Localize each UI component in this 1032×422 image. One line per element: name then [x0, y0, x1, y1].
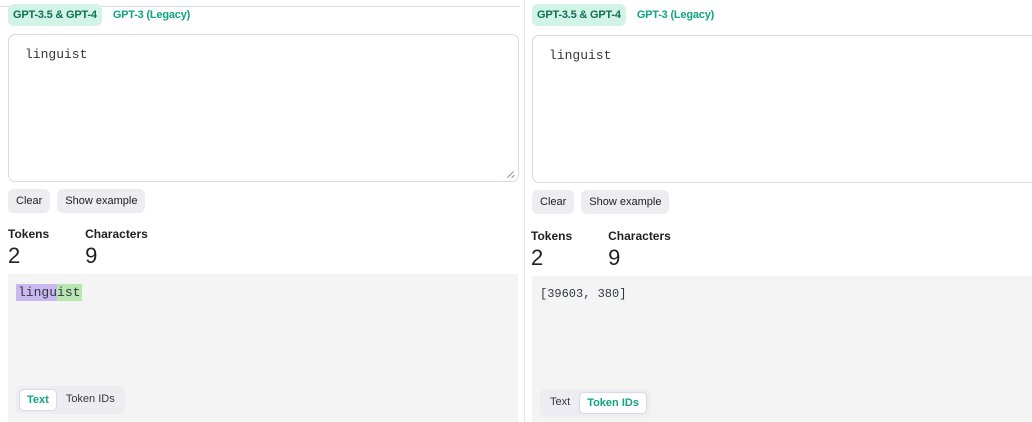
characters-label: Characters [85, 227, 148, 241]
text-input[interactable]: linguist [532, 35, 1032, 183]
toggle-token-ids[interactable]: Token IDs [59, 389, 122, 411]
characters-stat: Characters 9 [85, 227, 148, 269]
token-chip: ist [57, 284, 83, 301]
input-value: linguist [549, 48, 612, 63]
characters-label: Characters [608, 229, 671, 243]
show-example-button[interactable]: Show example [57, 189, 146, 213]
tab-gpt-35-gpt-4[interactable]: GPT-3.5 & GPT-4 [8, 4, 102, 26]
panel-divider [524, 0, 525, 422]
stats: Tokens 2 Characters 9 [8, 227, 148, 269]
action-buttons: Clear Show example [532, 190, 670, 214]
clear-button[interactable]: Clear [8, 189, 51, 213]
tokens-stat: Tokens 2 [8, 227, 49, 269]
action-buttons: Clear Show example [8, 189, 146, 213]
tab-gpt-35-gpt-4[interactable]: GPT-3.5 & GPT-4 [532, 4, 626, 26]
tab-gpt-3-legacy[interactable]: GPT-3 (Legacy) [632, 4, 719, 26]
show-example-button[interactable]: Show example [581, 190, 670, 214]
tokens-label: Tokens [8, 227, 50, 241]
stats: Tokens 2 Characters 9 [531, 229, 671, 271]
characters-count: 9 [608, 245, 621, 270]
view-toggle: Text Token IDs [16, 386, 125, 414]
toggle-text[interactable]: Text [543, 392, 577, 414]
token-ids-text: [39603, 380] [540, 287, 627, 301]
token-output: lingu ist Text Token IDs [8, 274, 518, 422]
text-input[interactable]: linguist [8, 34, 519, 182]
view-toggle: Text Token IDs [540, 389, 650, 417]
tokens-count: 2 [8, 243, 21, 268]
tokens-stat: Tokens 2 [531, 229, 572, 271]
highlighted-tokens: lingu ist [16, 284, 83, 301]
resize-grip-icon[interactable] [506, 170, 514, 178]
input-value: linguist [25, 47, 88, 62]
tokens-label: Tokens [531, 229, 573, 243]
characters-stat: Characters 9 [608, 229, 671, 271]
toggle-token-ids[interactable]: Token IDs [579, 392, 647, 414]
tokens-count: 2 [531, 245, 544, 270]
token-chip: lingu [16, 284, 58, 301]
model-tabs: GPT-3.5 & GPT-4 GPT-3 (Legacy) [8, 4, 195, 26]
tokenizer-panel-ids-view: GPT-3.5 & GPT-4 GPT-3 (Legacy) linguist … [528, 0, 1032, 422]
token-output: [39603, 380] Text Token IDs [532, 276, 1032, 422]
characters-count: 9 [85, 243, 98, 268]
model-tabs: GPT-3.5 & GPT-4 GPT-3 (Legacy) [532, 4, 719, 26]
clear-button[interactable]: Clear [532, 190, 575, 214]
tokenizer-panel-text-view: GPT-3.5 & GPT-4 GPT-3 (Legacy) linguist … [0, 0, 522, 422]
tab-gpt-3-legacy[interactable]: GPT-3 (Legacy) [108, 4, 195, 26]
toggle-text[interactable]: Text [19, 389, 57, 411]
